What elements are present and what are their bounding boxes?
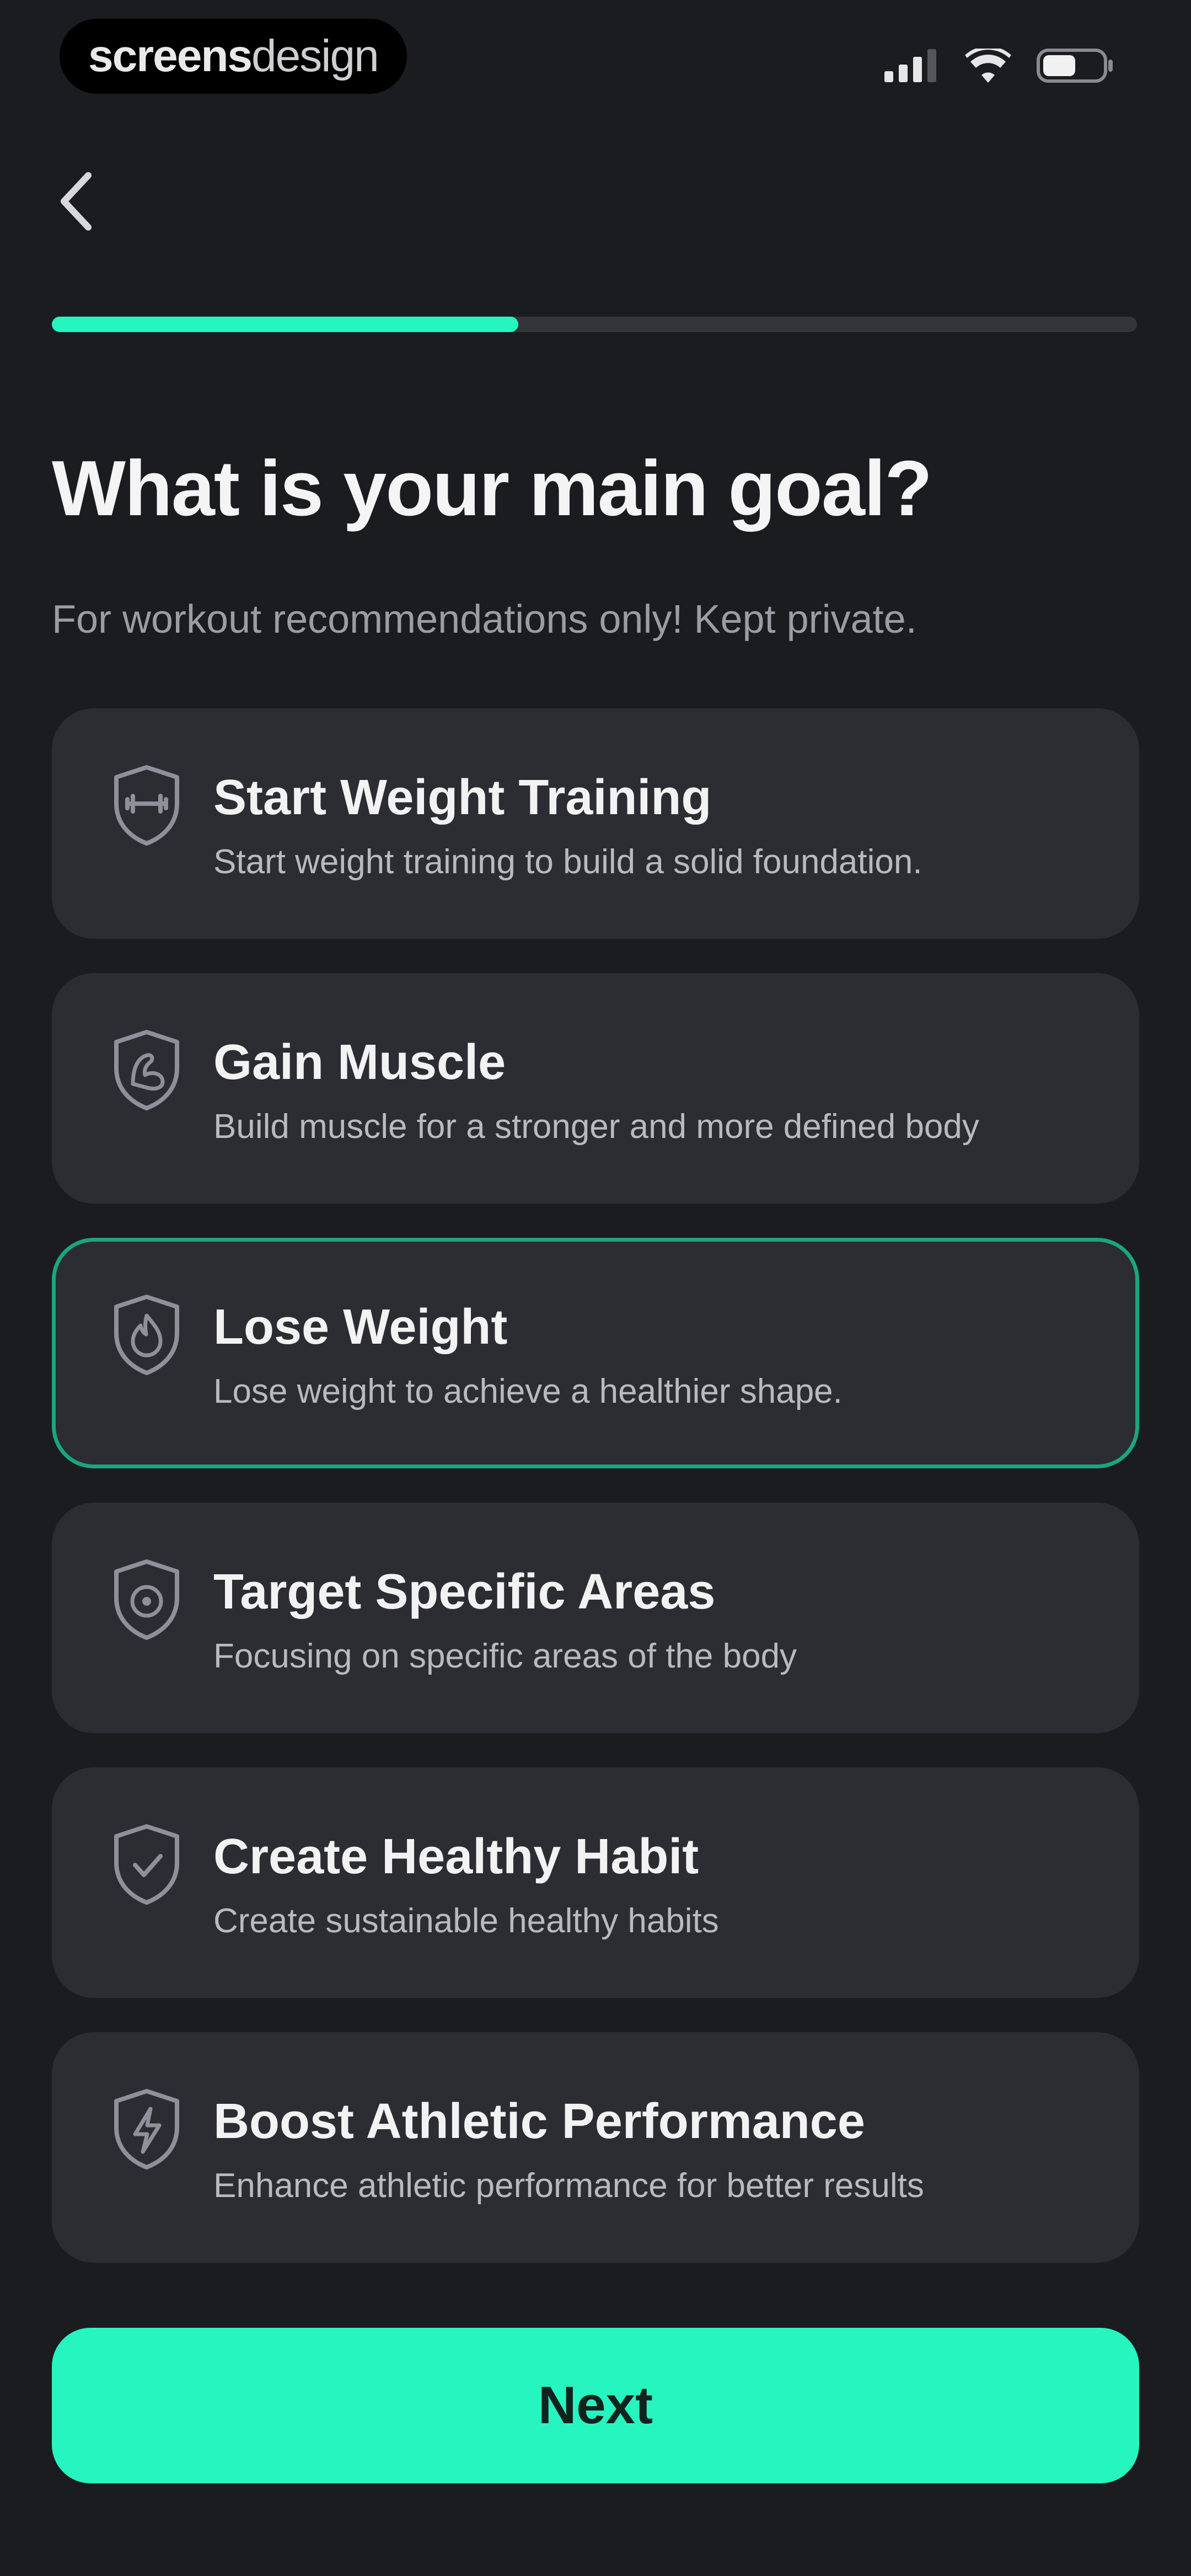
status-icons — [884, 49, 1114, 83]
shield-muscle-icon — [114, 1030, 179, 1110]
option-create-healthy-habit[interactable]: Create Healthy Habit Create sustainable … — [52, 1767, 1139, 1998]
option-target-specific-areas[interactable]: Target Specific Areas Focusing on specif… — [52, 1503, 1139, 1733]
goal-options-list: Start Weight Training Start weight train… — [52, 708, 1139, 2297]
page-subtitle: For workout recommendations only! Kept p… — [52, 597, 917, 642]
brand-light-text: design — [251, 31, 379, 81]
shield-habit-icon — [114, 1824, 179, 1905]
shield-dumbbell-icon — [114, 765, 179, 846]
option-title: Target Specific Areas — [213, 1564, 716, 1620]
option-title: Boost Athletic Performance — [213, 2094, 865, 2149]
back-button[interactable] — [45, 165, 106, 237]
status-bar: screens design — [0, 0, 1191, 116]
page-title: What is your main goal? — [52, 445, 932, 532]
option-title: Start Weight Training — [213, 770, 712, 825]
chevron-left-icon — [61, 172, 92, 231]
option-lose-weight[interactable]: Lose Weight Lose weight to achieve a hea… — [52, 1238, 1139, 1468]
option-description: Build muscle for a stronger and more def… — [213, 1108, 979, 1146]
option-description: Focusing on specific areas of the body — [213, 1637, 797, 1675]
brand-bold-text: screens — [88, 31, 253, 81]
option-title: Gain Muscle — [213, 1035, 506, 1090]
battery-icon — [1037, 49, 1113, 83]
wifi-icon — [965, 49, 1011, 83]
option-description: Lose weight to achieve a healthier shape… — [213, 1372, 843, 1410]
option-title: Create Healthy Habit — [213, 1829, 699, 1884]
option-boost-athletic-performance[interactable]: Boost Athletic Performance Enhance athle… — [52, 2032, 1139, 2263]
option-title: Lose Weight — [213, 1300, 508, 1355]
next-button[interactable]: Next — [52, 2328, 1139, 2483]
option-description: Create sustainable healthy habits — [213, 1902, 719, 1940]
option-description: Start weight training to build a solid f… — [213, 843, 922, 881]
shield-bolt-icon — [114, 2089, 179, 2169]
shield-target-icon — [114, 1559, 179, 1640]
option-gain-muscle[interactable]: Gain Muscle Build muscle for a stronger … — [52, 973, 1139, 1204]
progress-fill — [52, 317, 519, 332]
option-start-weight-training[interactable]: Start Weight Training Start weight train… — [52, 708, 1139, 939]
shield-flame-icon — [114, 1295, 179, 1375]
option-description: Enhance athletic performance for better … — [213, 2167, 924, 2205]
cellular-signal-icon — [884, 49, 936, 82]
brand-watermark: screens design — [60, 19, 407, 94]
progress-bar — [52, 317, 1137, 332]
